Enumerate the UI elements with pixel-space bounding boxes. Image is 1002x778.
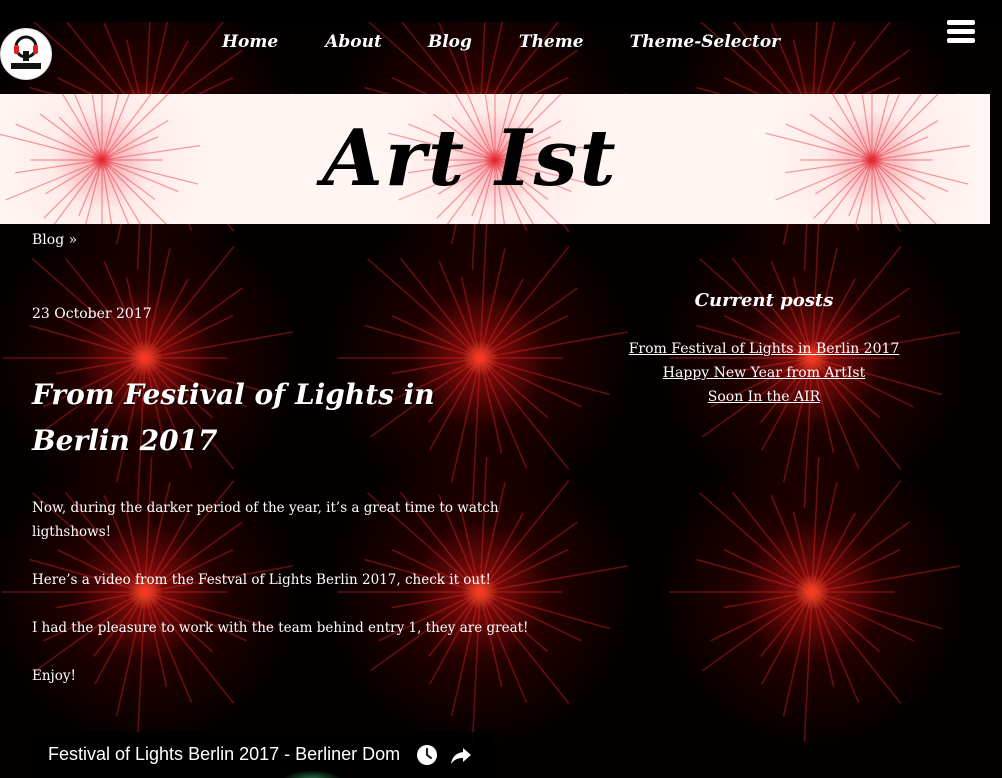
- hamburger-menu-icon[interactable]: [947, 20, 975, 44]
- light-ray: [811, 591, 860, 703]
- light-ray: [803, 591, 813, 742]
- light-ray: [770, 494, 813, 593]
- video-title[interactable]: Festival of Lights Berlin 2017 - Berline…: [48, 744, 400, 765]
- light-ray: [479, 223, 488, 359]
- light-ray: [438, 260, 481, 359]
- post-body: Now, during the darker period of the yea…: [32, 496, 532, 712]
- light-ray: [479, 331, 628, 359]
- light-ray: [367, 258, 481, 359]
- clock-icon[interactable]: [416, 744, 438, 766]
- post-link[interactable]: Soon In the AIR: [708, 389, 820, 405]
- nav-item-theme-selector[interactable]: Theme-Selector: [630, 32, 781, 52]
- nav-item-about[interactable]: About: [325, 32, 382, 52]
- video-thumbnail: [282, 770, 342, 778]
- nav-item-blog[interactable]: Blog: [428, 32, 472, 52]
- post-paragraph: Enjoy!: [32, 668, 76, 684]
- light-ray: [144, 315, 234, 359]
- breadcrumb[interactable]: Blog »: [32, 232, 77, 248]
- light-ray: [479, 287, 578, 359]
- nav-item-home[interactable]: Home: [222, 32, 278, 52]
- menu-bar: [947, 20, 975, 25]
- post-link[interactable]: From Festival of Lights in Berlin 2017: [629, 341, 900, 357]
- light-ray: [761, 591, 813, 685]
- light-ray: [811, 565, 960, 593]
- current-posts-list: From Festival of Lights in Berlin 2017 H…: [614, 337, 914, 409]
- light-ray: [144, 287, 243, 359]
- post-paragraph: Here’s a video from the Festval of Light…: [32, 572, 491, 588]
- light-ray: [710, 591, 813, 642]
- light-ray: [479, 278, 524, 359]
- light-ray: [811, 457, 820, 593]
- light-ray: [144, 331, 293, 359]
- menu-bar: [947, 29, 975, 34]
- light-ray: [811, 512, 856, 593]
- share-arrow-icon[interactable]: [450, 744, 472, 766]
- nav-item-theme[interactable]: Theme: [519, 32, 584, 52]
- sidebar-heading: Current posts: [694, 290, 834, 311]
- dj-headphones-logo-icon[interactable]: [0, 28, 52, 80]
- video-embed[interactable]: Festival of Lights Berlin 2017 - Berline…: [32, 732, 492, 778]
- list-item: Soon In the AIR: [614, 385, 914, 409]
- post-link[interactable]: Happy New Year from ArtIst: [663, 365, 865, 381]
- post-date: 23 October 2017: [32, 306, 152, 322]
- list-item: Happy New Year from ArtIst: [614, 361, 914, 385]
- light-ray: [723, 591, 813, 609]
- header-banner: Art Ist: [0, 94, 990, 224]
- light-ray: [811, 549, 901, 593]
- post-paragraph: I had the pleasure to work with the team…: [32, 620, 529, 636]
- light-ray: [479, 315, 569, 359]
- main-nav: Home About Blog Theme Theme-Selector: [222, 32, 780, 52]
- top-bar: [0, 0, 1002, 22]
- light-ray: [701, 591, 813, 672]
- light-ray: [699, 492, 813, 593]
- list-item: From Festival of Lights in Berlin 2017: [614, 337, 914, 361]
- post-title: From Festival of Lights in Berlin 2017: [32, 378, 435, 457]
- sidebar: Current posts From Festival of Lights in…: [614, 290, 914, 409]
- site-title: Art Ist: [322, 113, 618, 204]
- menu-bar: [947, 38, 975, 43]
- light-ray: [144, 223, 153, 359]
- light-ray: [811, 521, 910, 593]
- post-paragraph: Now, during the darker period of the yea…: [32, 500, 499, 540]
